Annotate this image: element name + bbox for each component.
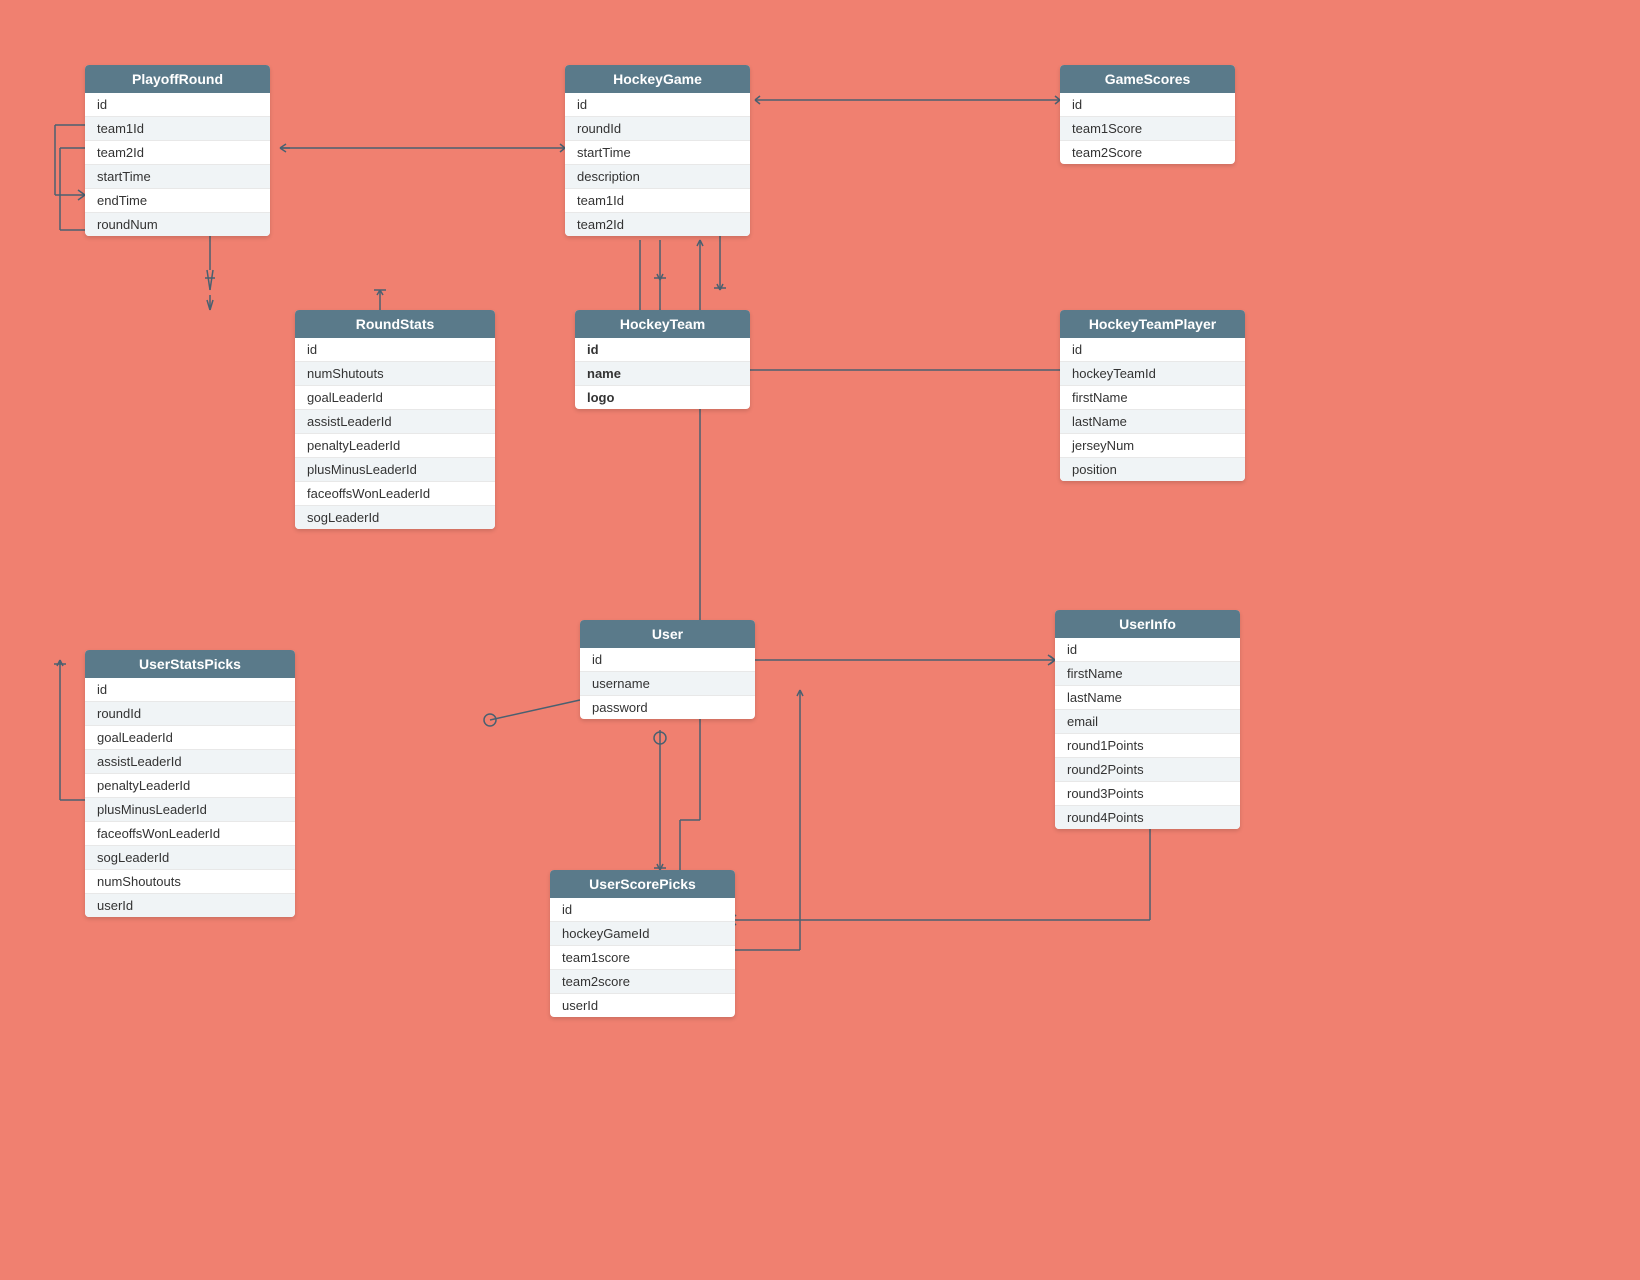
field-assistleaderid: assistLeaderId: [85, 750, 295, 774]
table-hockey-game: HockeyGame id roundId startTime descript…: [565, 65, 750, 236]
field-position: position: [1060, 458, 1245, 481]
table-hockey-team-player-header: HockeyTeamPlayer: [1060, 310, 1245, 338]
field-id: id: [295, 338, 495, 362]
table-user: User id username password: [580, 620, 755, 719]
field-roundnum: roundNum: [85, 213, 270, 236]
field-faceoffswonleaderid: faceoffsWonLeaderId: [85, 822, 295, 846]
field-team1id: team1Id: [85, 117, 270, 141]
field-name: name: [575, 362, 750, 386]
field-firstname: firstName: [1055, 662, 1240, 686]
field-id: id: [1055, 638, 1240, 662]
table-hockey-team-player-fields: id hockeyTeamId firstName lastName jerse…: [1060, 338, 1245, 481]
field-email: email: [1055, 710, 1240, 734]
field-team2score: team2score: [550, 970, 735, 994]
table-game-scores-header: GameScores: [1060, 65, 1235, 93]
field-numshutouts: numShutouts: [295, 362, 495, 386]
table-user-header: User: [580, 620, 755, 648]
table-hockey-game-fields: id roundId startTime description team1Id…: [565, 93, 750, 236]
field-id: id: [1060, 93, 1235, 117]
field-username: username: [580, 672, 755, 696]
field-sogleaderid: sogLeaderId: [295, 506, 495, 529]
table-user-score-picks-fields: id hockeyGameId team1score team2score us…: [550, 898, 735, 1017]
field-logo: logo: [575, 386, 750, 409]
field-userid: userId: [85, 894, 295, 917]
table-round-stats-fields: id numShutouts goalLeaderId assistLeader…: [295, 338, 495, 529]
field-goalleaderid: goalLeaderId: [85, 726, 295, 750]
table-round-stats-header: RoundStats: [295, 310, 495, 338]
field-lastname: lastName: [1060, 410, 1245, 434]
field-starttime: startTime: [565, 141, 750, 165]
field-id: id: [575, 338, 750, 362]
table-user-info-header: UserInfo: [1055, 610, 1240, 638]
field-team1id: team1Id: [565, 189, 750, 213]
field-id: id: [1060, 338, 1245, 362]
diagram-container: PlayoffRound id team1Id team2Id startTim…: [0, 0, 1640, 1280]
field-penaltyleaderid: penaltyLeaderId: [295, 434, 495, 458]
table-user-info: UserInfo id firstName lastName email rou…: [1055, 610, 1240, 829]
field-id: id: [580, 648, 755, 672]
field-plusminusleaderid: plusMinusLeaderId: [295, 458, 495, 482]
field-id: id: [550, 898, 735, 922]
field-faceoffswonleaderid: faceoffsWonLeaderId: [295, 482, 495, 506]
field-team2id: team2Id: [85, 141, 270, 165]
field-assistleaderid: assistLeaderId: [295, 410, 495, 434]
table-hockey-game-header: HockeyGame: [565, 65, 750, 93]
field-jerseynum: jerseyNum: [1060, 434, 1245, 458]
field-firstname: firstName: [1060, 386, 1245, 410]
table-hockey-team-player: HockeyTeamPlayer id hockeyTeamId firstNa…: [1060, 310, 1245, 481]
field-roundid: roundId: [85, 702, 295, 726]
field-team2id: team2Id: [565, 213, 750, 236]
field-roundid: roundId: [565, 117, 750, 141]
field-round2points: round2Points: [1055, 758, 1240, 782]
field-id: id: [85, 93, 270, 117]
table-user-score-picks: UserScorePicks id hockeyGameId team1scor…: [550, 870, 735, 1017]
field-sogleaderid: sogLeaderId: [85, 846, 295, 870]
field-penaltyleaderid: penaltyLeaderId: [85, 774, 295, 798]
field-team1score: team1Score: [1060, 117, 1235, 141]
table-game-scores-fields: id team1Score team2Score: [1060, 93, 1235, 164]
table-user-stats-picks: UserStatsPicks id roundId goalLeaderId a…: [85, 650, 295, 917]
table-user-stats-picks-fields: id roundId goalLeaderId assistLeaderId p…: [85, 678, 295, 917]
table-playoff-round-header: PlayoffRound: [85, 65, 270, 93]
field-password: password: [580, 696, 755, 719]
table-user-score-picks-header: UserScorePicks: [550, 870, 735, 898]
field-team1score: team1score: [550, 946, 735, 970]
field-userid: userId: [550, 994, 735, 1017]
field-id: id: [85, 678, 295, 702]
table-hockey-team: HockeyTeam id name logo: [575, 310, 750, 409]
field-team2score: team2Score: [1060, 141, 1235, 164]
table-playoff-round-fields: id team1Id team2Id startTime endTime rou…: [85, 93, 270, 236]
field-hockeyteamid: hockeyTeamId: [1060, 362, 1245, 386]
table-round-stats: RoundStats id numShutouts goalLeaderId a…: [295, 310, 495, 529]
field-id: id: [565, 93, 750, 117]
field-hockeygameid: hockeyGameId: [550, 922, 735, 946]
table-user-stats-picks-header: UserStatsPicks: [85, 650, 295, 678]
field-round3points: round3Points: [1055, 782, 1240, 806]
field-numshoutouts: numShoutouts: [85, 870, 295, 894]
field-round4points: round4Points: [1055, 806, 1240, 829]
table-playoff-round: PlayoffRound id team1Id team2Id startTim…: [85, 65, 270, 236]
table-user-fields: id username password: [580, 648, 755, 719]
table-hockey-team-header: HockeyTeam: [575, 310, 750, 338]
field-plusminusleaderid: plusMinusLeaderId: [85, 798, 295, 822]
field-round1points: round1Points: [1055, 734, 1240, 758]
field-endtime: endTime: [85, 189, 270, 213]
field-lastname: lastName: [1055, 686, 1240, 710]
field-starttime: startTime: [85, 165, 270, 189]
table-user-info-fields: id firstName lastName email round1Points…: [1055, 638, 1240, 829]
table-game-scores: GameScores id team1Score team2Score: [1060, 65, 1235, 164]
table-hockey-team-fields: id name logo: [575, 338, 750, 409]
field-description: description: [565, 165, 750, 189]
field-goalleaderid: goalLeaderId: [295, 386, 495, 410]
